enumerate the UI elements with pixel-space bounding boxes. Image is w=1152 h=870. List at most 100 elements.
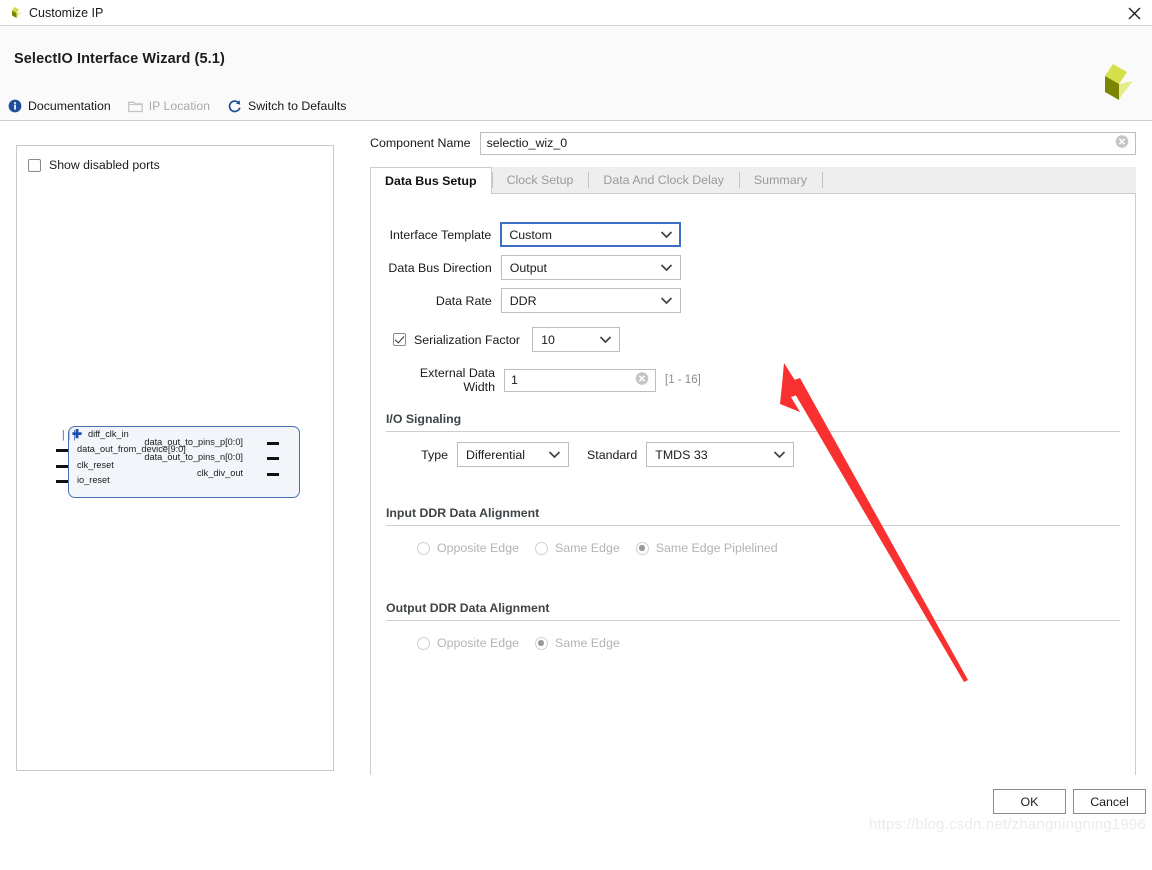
io-standard-label: Standard <box>587 447 638 462</box>
close-icon[interactable] <box>1116 0 1152 26</box>
radio-label: Same Edge <box>554 636 620 650</box>
pin-stub <box>267 473 279 476</box>
chevron-down-icon <box>548 450 561 459</box>
component-name-value: selectio_wiz_0 <box>486 136 568 150</box>
switch-to-defaults-button[interactable]: Switch to Defaults <box>227 99 346 113</box>
documentation-button[interactable]: Documentation <box>8 99 111 113</box>
chevron-down-icon <box>660 263 673 272</box>
documentation-label: Documentation <box>28 99 111 113</box>
radio-circle <box>534 636 548 650</box>
input-ddr-option-same-edge-pipelined[interactable]: Same Edge Piplelined <box>635 541 778 555</box>
io-standard-value: TMDS 33 <box>655 447 708 462</box>
pin-stub <box>267 457 279 460</box>
io-type-value: Differential <box>466 447 526 462</box>
radio-circle <box>534 541 548 555</box>
refresh-icon <box>227 99 242 113</box>
component-name-label: Component Name <box>370 136 471 150</box>
data-rate-label: Data Rate <box>435 293 492 308</box>
ok-button-label: OK <box>1020 794 1039 809</box>
tab-data-bus-setup[interactable]: Data Bus Setup <box>370 167 492 194</box>
tab-data-and-clock-delay[interactable]: Data And Clock Delay <box>588 167 739 193</box>
show-disabled-ports-checkbox[interactable]: Show disabled ports <box>17 146 333 172</box>
folder-icon <box>127 100 143 113</box>
output-ddr-option-same-edge[interactable]: Same Edge <box>534 636 620 650</box>
xilinx-logo <box>1092 62 1134 106</box>
plus-expander-icon[interactable]: ✚ <box>72 428 82 440</box>
clear-circle-icon[interactable] <box>635 372 649 389</box>
interface-template-label: Interface Template <box>389 227 492 242</box>
io-type-select[interactable]: Differential <box>457 442 569 467</box>
data-rate-value: DDR <box>509 293 537 308</box>
chevron-down-icon <box>660 230 673 239</box>
cancel-button[interactable]: Cancel <box>1073 789 1146 814</box>
component-name-row: Component Name selectio_wiz_0 <box>370 131 1136 155</box>
tab-summary[interactable]: Summary <box>738 167 822 193</box>
data-bus-direction-label: Data Bus Direction <box>388 260 492 275</box>
serialization-factor-checkbox[interactable] <box>393 333 406 346</box>
data-bus-direction-select[interactable]: Output <box>500 255 681 280</box>
ip-location-button[interactable]: IP Location <box>127 99 211 113</box>
port-label-io-reset: io_reset <box>77 475 110 485</box>
external-data-width-value: 1 <box>511 373 518 387</box>
serialization-factor-row: Serialization Factor 10 <box>393 327 621 352</box>
pin-stub <box>56 480 68 483</box>
checkbox-box <box>28 158 41 172</box>
interface-template-select[interactable]: Custom <box>500 222 681 247</box>
chevron-down-icon <box>660 296 673 305</box>
input-ddr-option-opposite-edge[interactable]: Opposite Edge <box>417 541 519 555</box>
pin-stub <box>267 442 279 445</box>
serialization-factor-value: 10 <box>541 332 555 347</box>
ip-location-label: IP Location <box>148 99 211 113</box>
output-ddr-radio-group: Opposite Edge Same Edge <box>417 636 636 650</box>
tab-clock-setup[interactable]: Clock Setup <box>491 167 589 193</box>
xilinx-logo-icon <box>7 6 22 20</box>
external-data-width-input[interactable]: 1 <box>504 368 656 392</box>
input-ddr-option-same-edge[interactable]: Same Edge <box>534 541 620 555</box>
ip-preview-panel: Show disabled ports ||| ✚ diff_clk_in da… <box>16 145 334 771</box>
tab-label: Summary <box>753 173 807 187</box>
radio-circle <box>635 541 649 555</box>
section-divider <box>386 620 1120 621</box>
show-disabled-ports-label: Show disabled ports <box>49 158 160 172</box>
component-name-input[interactable]: selectio_wiz_0 <box>479 131 1136 155</box>
data-bus-direction-value: Output <box>509 260 547 275</box>
interface-template-value: Custom <box>509 227 553 242</box>
info-icon <box>8 99 22 113</box>
chevron-down-icon <box>773 450 786 459</box>
port-label-diff-clk-in: diff_clk_in <box>88 429 129 439</box>
external-data-width-row: External Data Width 1 [1 - 16] <box>385 366 701 394</box>
serialization-factor-label: Serialization Factor <box>414 332 521 347</box>
section-divider <box>386 525 1120 526</box>
port-label-data-out-to-pins-p: data_out_to_pins_p[0:0] <box>144 437 243 447</box>
window-title: Customize IP <box>29 5 104 20</box>
tab-panel-data-bus-setup: Interface Template Custom Data Bus Direc… <box>370 194 1136 788</box>
io-type-label: Type <box>421 447 448 462</box>
output-ddr-option-opposite-edge[interactable]: Opposite Edge <box>417 636 519 650</box>
radio-circle <box>417 541 430 555</box>
wizard-toolbar: Documentation IP Location Switch to Defa… <box>0 92 1152 121</box>
clear-circle-icon[interactable] <box>1115 135 1129 152</box>
radio-circle <box>417 636 430 650</box>
section-divider <box>386 431 1120 432</box>
data-bus-direction-row: Data Bus Direction Output <box>371 255 681 280</box>
radio-label: Same Edge Piplelined <box>655 541 778 555</box>
ip-block-diagram: ||| ✚ diff_clk_in data_out_from_device[9… <box>52 424 307 501</box>
dialog-body: Show disabled ports ||| ✚ diff_clk_in da… <box>0 121 1152 870</box>
tab-strip-filler <box>821 167 1136 193</box>
port-label-clk-reset: clk_reset <box>77 460 114 470</box>
chevron-down-icon <box>599 335 612 344</box>
ok-button[interactable]: OK <box>993 789 1066 814</box>
port-label-clk-div-out: clk_div_out <box>197 468 243 478</box>
window-titlebar: Customize IP <box>0 0 1152 26</box>
wizard-header: SelectIO Interface Wizard (5.1) <box>0 26 1152 100</box>
serialization-factor-select[interactable]: 10 <box>532 327 621 352</box>
io-standard-select[interactable]: TMDS 33 <box>646 442 795 467</box>
pin-stub <box>56 465 68 468</box>
data-rate-row: Data Rate DDR <box>371 288 681 313</box>
interface-template-row: Interface Template Custom <box>371 222 681 247</box>
external-data-width-range-hint: [1 - 16] <box>665 374 701 386</box>
tab-label: Data And Clock Delay <box>603 173 724 187</box>
data-rate-select[interactable]: DDR <box>500 288 681 313</box>
cancel-button-label: Cancel <box>1090 794 1129 809</box>
input-ddr-radio-group: Opposite Edge Same Edge Same Edge Piplel… <box>417 541 794 555</box>
